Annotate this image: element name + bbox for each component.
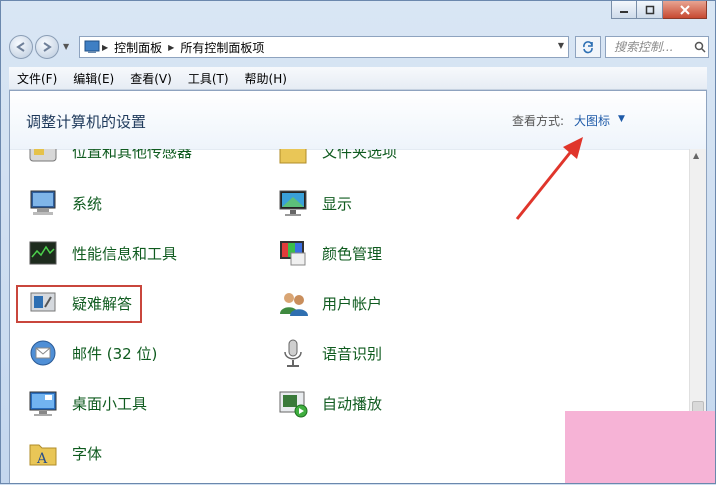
item-display[interactable]: 显示 — [276, 183, 352, 223]
item-fonts[interactable]: A 字体 — [26, 433, 102, 473]
back-arrow-icon — [16, 42, 25, 52]
item-speech-recognition[interactable]: 语音识别 — [276, 333, 382, 373]
item-user-accounts[interactable]: 用户帐户 — [276, 283, 382, 323]
menu-bar: 文件(F) 编辑(E) 查看(V) 工具(T) 帮助(H) — [9, 67, 707, 90]
sensor-icon — [26, 149, 60, 168]
minimize-icon — [620, 10, 628, 13]
breadcrumb-control-panel[interactable]: 控制面板 — [110, 39, 166, 56]
svg-text:A: A — [36, 451, 48, 467]
minimize-button[interactable] — [611, 1, 637, 19]
folder-icon — [276, 149, 310, 168]
users-icon — [276, 286, 310, 320]
caption-buttons — [611, 1, 707, 19]
menu-edit[interactable]: 编辑(E) — [65, 70, 122, 87]
search-input[interactable] — [612, 39, 694, 55]
item-mail[interactable]: 邮件 (32 位) — [26, 333, 157, 373]
content-header: 调整计算机的设置 查看方式: 大图标 ▼ — [10, 91, 706, 150]
item-folder-options[interactable]: 文件夹选项 — [276, 149, 397, 171]
menu-help[interactable]: 帮助(H) — [237, 70, 295, 87]
control-panel-icon — [84, 40, 100, 54]
gadgets-icon — [26, 386, 60, 420]
view-by-label: 查看方式: — [512, 114, 565, 128]
breadcrumb-all-items[interactable]: 所有控制面板项 — [176, 39, 268, 56]
microphone-icon — [276, 336, 310, 370]
search-icon[interactable] — [694, 41, 706, 53]
close-icon — [679, 4, 690, 15]
maximize-button[interactable] — [637, 1, 663, 19]
address-bar[interactable]: ▶ 控制面板 ▶ 所有控制面板项 ▼ — [79, 36, 569, 58]
monitor-icon — [276, 186, 310, 220]
computer-icon — [26, 186, 60, 220]
item-color-management[interactable]: 颜色管理 — [276, 233, 382, 273]
pink-watermark-block — [565, 411, 715, 483]
item-performance[interactable]: 性能信息和工具 — [26, 233, 177, 273]
address-dropdown-icon[interactable]: ▼ — [558, 41, 564, 50]
color-icon — [276, 236, 310, 270]
item-system[interactable]: 系统 — [26, 183, 102, 223]
scroll-up-icon[interactable]: ▲ — [693, 151, 699, 160]
window: ▼ ▶ 控制面板 ▶ 所有控制面板项 ▼ 文件(F) 编辑(E) 查看(V) 工… — [0, 0, 716, 484]
chevron-down-icon[interactable]: ▼ — [618, 114, 625, 124]
breadcrumb-arrow-icon[interactable]: ▶ — [166, 43, 176, 52]
search-box[interactable] — [605, 36, 709, 58]
close-button[interactable] — [663, 1, 707, 19]
font-icon: A — [26, 436, 60, 470]
item-autoplay[interactable]: 自动播放 — [276, 383, 382, 423]
maximize-icon — [645, 5, 654, 14]
item-location-sensors[interactable]: 位置和其他传感器 — [26, 149, 192, 171]
back-button[interactable] — [9, 35, 33, 59]
address-row: ▼ ▶ 控制面板 ▶ 所有控制面板项 ▼ — [9, 33, 709, 61]
menu-tools[interactable]: 工具(T) — [180, 70, 237, 87]
forward-arrow-icon — [43, 42, 52, 52]
refresh-button[interactable] — [575, 36, 601, 58]
item-desktop-gadgets[interactable]: 桌面小工具 — [26, 383, 147, 423]
highlight-box — [16, 285, 142, 323]
mail-icon — [26, 336, 60, 370]
forward-button[interactable] — [35, 35, 59, 59]
autoplay-icon — [276, 386, 310, 420]
view-by-dropdown[interactable]: 大图标 — [574, 112, 610, 129]
page-title: 调整计算机的设置 — [26, 113, 147, 131]
performance-icon — [26, 236, 60, 270]
menu-view[interactable]: 查看(V) — [122, 70, 180, 87]
menu-file[interactable]: 文件(F) — [9, 70, 65, 87]
history-dropdown-icon[interactable]: ▼ — [63, 42, 69, 51]
refresh-icon — [583, 41, 593, 54]
breadcrumb-arrow-icon[interactable]: ▶ — [100, 43, 110, 52]
